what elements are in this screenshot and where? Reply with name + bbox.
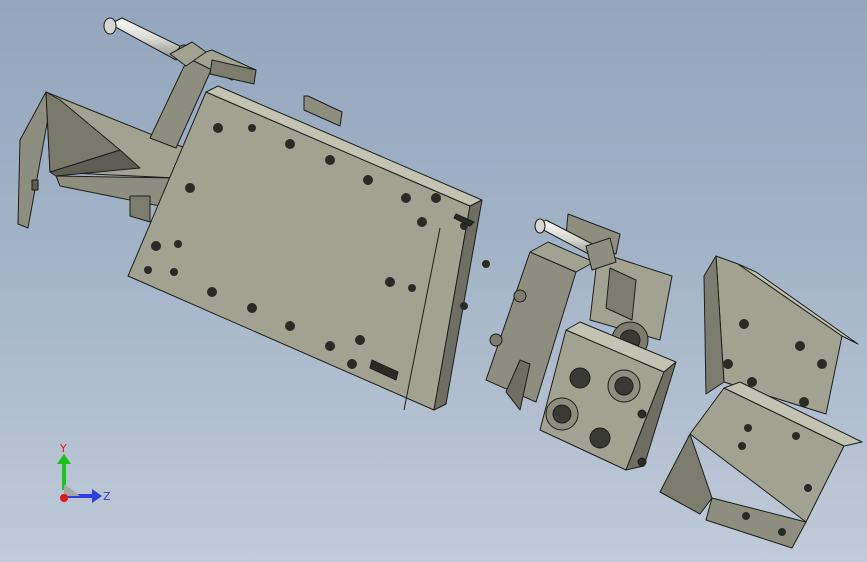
lower-right-slide — [659, 381, 863, 549]
y-axis-arrowhead — [57, 454, 71, 464]
z-axis-label: Z — [103, 490, 111, 503]
front-flange-block — [539, 321, 677, 471]
assembly-geometry — [17, 17, 863, 549]
y-axis-label: Y — [59, 442, 67, 455]
x-axis-dot — [60, 494, 68, 502]
orientation-triad[interactable]: Y Z — [40, 440, 120, 520]
cad-assembly-model[interactable] — [0, 0, 867, 562]
cad-viewport[interactable]: Y Z — [0, 0, 867, 562]
z-axis-arrowhead — [92, 489, 102, 503]
triad-plane — [64, 484, 80, 496]
top-guide-rod — [103, 17, 207, 67]
